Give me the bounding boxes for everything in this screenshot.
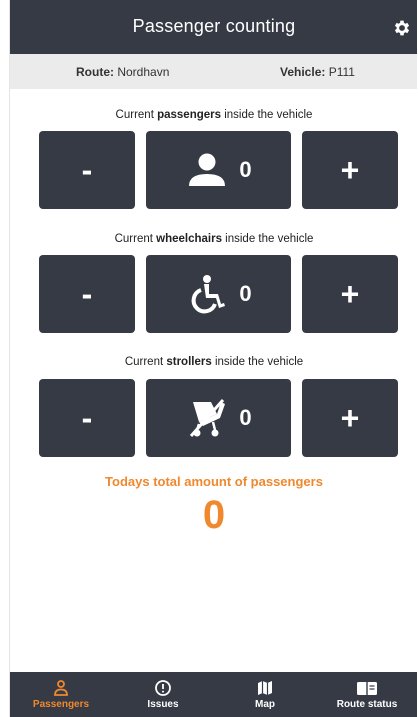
strollers-plus-button[interactable]: + bbox=[302, 379, 398, 457]
wheelchairs-count-display: 0 bbox=[146, 255, 291, 333]
total-passengers-label: Todays total amount of passengers bbox=[105, 474, 323, 489]
total-passengers-value: 0 bbox=[202, 493, 226, 537]
passengers-section-label: Current passengers inside the vehicle bbox=[10, 109, 417, 121]
vehicle-label: Vehicle: bbox=[280, 65, 326, 79]
route-label: Route: bbox=[76, 65, 114, 79]
passengers-count: 0 bbox=[239, 157, 252, 182]
label-bold: wheelchairs bbox=[156, 233, 222, 245]
gear-icon[interactable] bbox=[392, 18, 412, 38]
nav-label-passengers: Passengers bbox=[32, 699, 90, 710]
strollers-minus-button[interactable]: - bbox=[39, 379, 135, 457]
label-prefix: Current bbox=[115, 109, 158, 121]
page-title: Passenger counting bbox=[132, 16, 296, 36]
label-bold: strollers bbox=[166, 356, 212, 368]
label-bold: passengers bbox=[157, 109, 222, 121]
strollers-section-label: Current strollers inside the vehicle bbox=[10, 356, 417, 368]
nav-label-route-status: Route status bbox=[336, 699, 398, 710]
strollers-count: 0 bbox=[239, 405, 252, 430]
person-icon bbox=[189, 153, 226, 186]
nav-label-issues: Issues bbox=[147, 699, 179, 710]
app-frame: Passenger counting Route: Nordhavn Vehic… bbox=[9, 0, 417, 717]
stroller-icon bbox=[190, 399, 226, 437]
label-prefix: Current bbox=[114, 233, 157, 245]
route-value: Nordhavn bbox=[117, 65, 170, 79]
wheelchairs-plus-button[interactable]: + bbox=[302, 255, 398, 333]
bottom-navigation: Passengers Issues Map Route status bbox=[10, 672, 417, 717]
nav-item-issues[interactable]: Issues bbox=[112, 672, 214, 717]
route-info: Route: Nordhavn bbox=[76, 65, 169, 79]
alert-circle-icon bbox=[155, 680, 171, 696]
label-prefix: Current bbox=[124, 356, 167, 368]
route-info-bar: Route: Nordhavn Vehicle: P111 bbox=[10, 54, 417, 89]
vehicle-value: P111 bbox=[328, 65, 355, 79]
person-outline-icon bbox=[54, 680, 68, 696]
nav-item-route-status[interactable]: Route status bbox=[316, 672, 417, 717]
wheelchair-icon bbox=[192, 275, 226, 314]
book-icon bbox=[357, 682, 377, 695]
nav-item-passengers[interactable]: Passengers bbox=[10, 672, 112, 717]
passengers-count-display: 0 bbox=[146, 131, 291, 209]
wheelchairs-count: 0 bbox=[239, 281, 252, 306]
map-icon bbox=[258, 681, 272, 695]
app-header: Passenger counting bbox=[10, 0, 417, 54]
label-suffix: inside the vehicle bbox=[221, 233, 314, 245]
nav-label-map: Map bbox=[255, 699, 275, 710]
nav-item-map[interactable]: Map bbox=[214, 672, 316, 717]
label-suffix: inside the vehicle bbox=[221, 109, 313, 121]
vehicle-info: Vehicle: P111 bbox=[280, 65, 355, 79]
wheelchairs-minus-button[interactable]: - bbox=[39, 255, 135, 333]
strollers-count-display: 0 bbox=[146, 379, 291, 457]
passengers-minus-button[interactable]: - bbox=[39, 131, 135, 209]
wheelchairs-section-label: Current wheelchairs inside the vehicle bbox=[10, 233, 417, 245]
passengers-plus-button[interactable]: + bbox=[302, 131, 398, 209]
label-suffix: inside the vehicle bbox=[211, 356, 304, 368]
